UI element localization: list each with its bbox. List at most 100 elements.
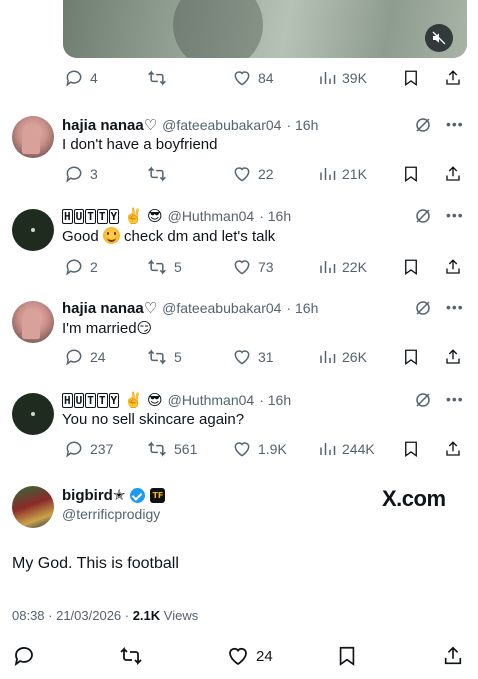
handle[interactable]: @Huthman04 [168, 208, 255, 224]
retweet-count: 5 [174, 259, 182, 275]
views-button[interactable]: 22K [318, 255, 367, 279]
timestamp[interactable]: · 16h [259, 208, 291, 224]
views-label: Views [160, 608, 199, 623]
like-count: 73 [258, 259, 274, 275]
tweet-text: You no sell skincare again? [62, 411, 245, 428]
share-icon [446, 441, 460, 456]
tweet-header: hajia nanaa♡ @fateeabubakar04 · 16h [62, 116, 318, 134]
timestamp[interactable]: 08:38 · 21/03/2026 · [12, 608, 133, 623]
handle[interactable]: @terrificprodigy [62, 506, 160, 523]
retweet-button[interactable]: 5 [146, 255, 182, 279]
retweet-button[interactable] [118, 644, 144, 668]
like-button[interactable]: 22 [232, 162, 274, 186]
share-button[interactable] [444, 345, 462, 369]
views-button[interactable]: 21K [318, 162, 367, 186]
grok-icon[interactable] [414, 207, 432, 225]
handle[interactable]: @fateeabubakar04 [162, 300, 281, 316]
share-button[interactable] [444, 66, 462, 90]
retweet-button[interactable] [146, 162, 168, 186]
views-button[interactable]: 244K [318, 437, 375, 461]
avatar[interactable] [12, 486, 54, 528]
tweet-actions: 3 22 21K [0, 162, 478, 186]
reply-button[interactable] [12, 644, 36, 668]
reply-button[interactable]: 3 [64, 162, 98, 186]
views-button[interactable]: 39K [318, 66, 367, 90]
handle[interactable]: @fateeabubakar04 [162, 117, 281, 133]
verified-badge-icon[interactable] [130, 487, 146, 503]
bookmark-button[interactable] [336, 644, 358, 668]
tweet-text: My God. This is football [12, 555, 179, 572]
like-button[interactable]: 84 [232, 66, 274, 90]
mute-button[interactable] [425, 24, 453, 52]
timestamp[interactable]: · 16h [259, 392, 291, 408]
views-chart-icon [320, 443, 336, 455]
tweet-actions: 2 5 73 22K [0, 255, 478, 279]
retweet-count: 5 [174, 349, 182, 365]
bookmark-button[interactable] [402, 255, 420, 279]
timestamp[interactable]: · 16h [286, 300, 318, 316]
more-icon[interactable]: ••• [446, 299, 464, 315]
bookmark-button[interactable] [402, 437, 420, 461]
heart-icon [229, 647, 247, 666]
reply-button[interactable]: 4 [64, 66, 98, 90]
retweet-icon [148, 349, 166, 365]
tweet-actions: 237 561 1.9K 244K [0, 437, 478, 461]
name-emoji: ✌️ 😎 [124, 208, 163, 225]
bookmark-button[interactable] [402, 162, 420, 186]
share-button[interactable] [444, 255, 462, 279]
avatar[interactable] [12, 209, 54, 251]
more-icon[interactable]: ••• [446, 391, 464, 407]
grok-icon[interactable] [414, 116, 432, 134]
retweet-button[interactable]: 5 [146, 345, 182, 369]
more-icon[interactable]: ••• [446, 116, 464, 132]
display-name[interactable]: hajia nanaa♡ [62, 116, 157, 134]
views-count: 26K [342, 349, 367, 365]
views-button[interactable]: 26K [318, 345, 367, 369]
tweet-text: Good check dm and let's talk [62, 227, 276, 245]
display-name[interactable]: HUTTY [62, 392, 120, 408]
avatar[interactable] [12, 116, 54, 158]
bookmark-button[interactable] [402, 345, 420, 369]
reply-count: 4 [90, 70, 98, 86]
views-count: 21K [342, 166, 367, 182]
reply-button[interactable]: 2 [64, 255, 98, 279]
share-button[interactable] [444, 162, 462, 186]
like-button[interactable]: 73 [232, 255, 274, 279]
reply-icon [14, 647, 33, 667]
views-count[interactable]: 2.1K [133, 608, 160, 623]
share-button[interactable] [444, 437, 462, 461]
timestamp[interactable]: · 16h [286, 117, 318, 133]
heart-icon [234, 350, 250, 365]
like-button[interactable]: 31 [232, 345, 274, 369]
grok-icon[interactable] [414, 391, 432, 409]
tweet-actions: 24 5 31 26K [0, 345, 478, 369]
bookmark-icon [339, 646, 355, 666]
bookmark-icon [405, 259, 417, 276]
video-media[interactable] [63, 0, 467, 58]
views-count: 244K [342, 441, 375, 457]
display-name[interactable]: hajia nanaa♡ [62, 299, 157, 317]
reply-button[interactable]: 237 [64, 437, 113, 461]
retweet-button[interactable] [146, 66, 168, 90]
like-button[interactable]: 24 [226, 644, 273, 668]
display-name[interactable]: HUTTY [62, 208, 120, 224]
avatar[interactable] [12, 301, 54, 343]
reply-count: 24 [90, 349, 106, 365]
heart-icon [234, 167, 250, 182]
reply-button[interactable]: 24 [64, 345, 106, 369]
display-name[interactable]: bigbird✭ [62, 486, 125, 504]
avatar[interactable] [12, 393, 54, 435]
reply-icon [66, 349, 82, 366]
share-icon [446, 70, 460, 85]
grok-icon[interactable] [414, 299, 432, 317]
like-button[interactable]: 1.9K [232, 437, 287, 461]
retweet-button[interactable]: 561 [146, 437, 197, 461]
video-frame-shadow [173, 0, 263, 58]
tweet-header: HUTTY ✌️ 😎 @Huthman04 · 16h [62, 391, 291, 409]
main-tweet-actions: 24 [0, 644, 478, 668]
more-icon[interactable]: ••• [446, 207, 464, 223]
bookmark-button[interactable] [402, 66, 420, 90]
share-button[interactable] [442, 644, 464, 668]
handle[interactable]: @Huthman04 [168, 392, 255, 408]
affiliate-badge-icon[interactable]: TF [150, 487, 166, 503]
